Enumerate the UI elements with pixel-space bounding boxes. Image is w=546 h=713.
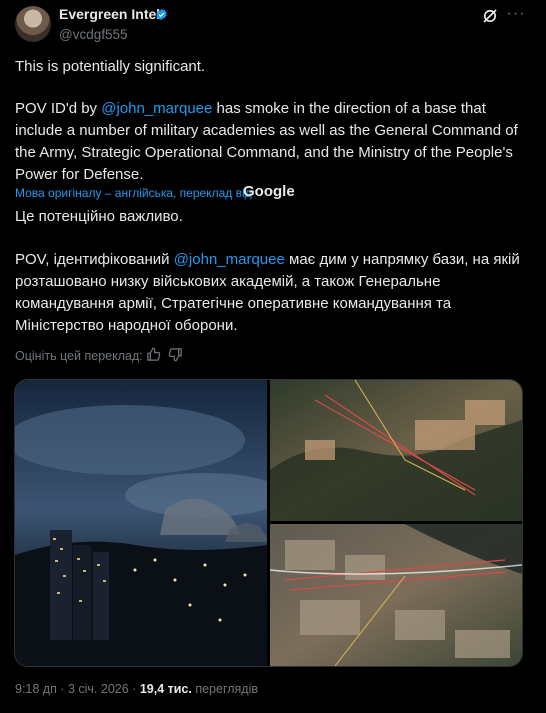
more-icon[interactable]: ···: [505, 6, 527, 26]
satellite-map-top[interactable]: [270, 380, 522, 521]
avatar[interactable]: [15, 6, 51, 42]
verified-badge-icon: [156, 8, 167, 21]
view-count: 19,4 тис.: [139, 682, 192, 696]
satellite-map-bottom[interactable]: [269, 524, 522, 666]
thumbs-down-icon[interactable]: [168, 347, 183, 362]
author-handle[interactable]: @vcdgf555: [59, 27, 128, 42]
thumbs-up-icon[interactable]: [146, 347, 161, 362]
mention-link[interactable]: @john_marquee: [101, 100, 212, 117]
media-svg: [15, 380, 522, 666]
media-grid: [14, 379, 523, 667]
translated-text-part: POV, ідентифікований: [15, 251, 174, 268]
translation-note[interactable]: Мова оригіналу – англійська, переклад ві…: [15, 186, 252, 200]
google-logo: Google: [243, 183, 295, 200]
translated-mention-link[interactable]: @john_marquee: [174, 251, 285, 268]
post-meta: 9:18 дп · 3 січ. 2026 · 19,4 тис. перегл…: [15, 682, 258, 696]
post-text-paragraph: POV ID'd by @john_marquee has smoke in t…: [15, 98, 535, 186]
tweet: Evergreen Intel @vcdgf555 ··· This is po…: [0, 0, 546, 713]
view-label: переглядів: [191, 682, 259, 696]
post-text-part: POV ID'd by: [15, 100, 102, 117]
post-timestamp[interactable]: 9:18 дп · 3 січ. 2026 ·: [15, 682, 140, 696]
night-city-photo[interactable]: [15, 380, 285, 666]
translated-text-line1: Це потенційно важливо.: [15, 208, 183, 225]
author-name[interactable]: Evergreen Intel: [59, 6, 160, 22]
translated-text-paragraph: POV, ідентифікований @john_marquee має д…: [15, 249, 535, 337]
post-text-line1: This is potentially significant.: [15, 58, 206, 75]
rate-translation-label: Оцініть цей переклад:: [15, 349, 143, 363]
grok-icon[interactable]: [481, 7, 499, 25]
